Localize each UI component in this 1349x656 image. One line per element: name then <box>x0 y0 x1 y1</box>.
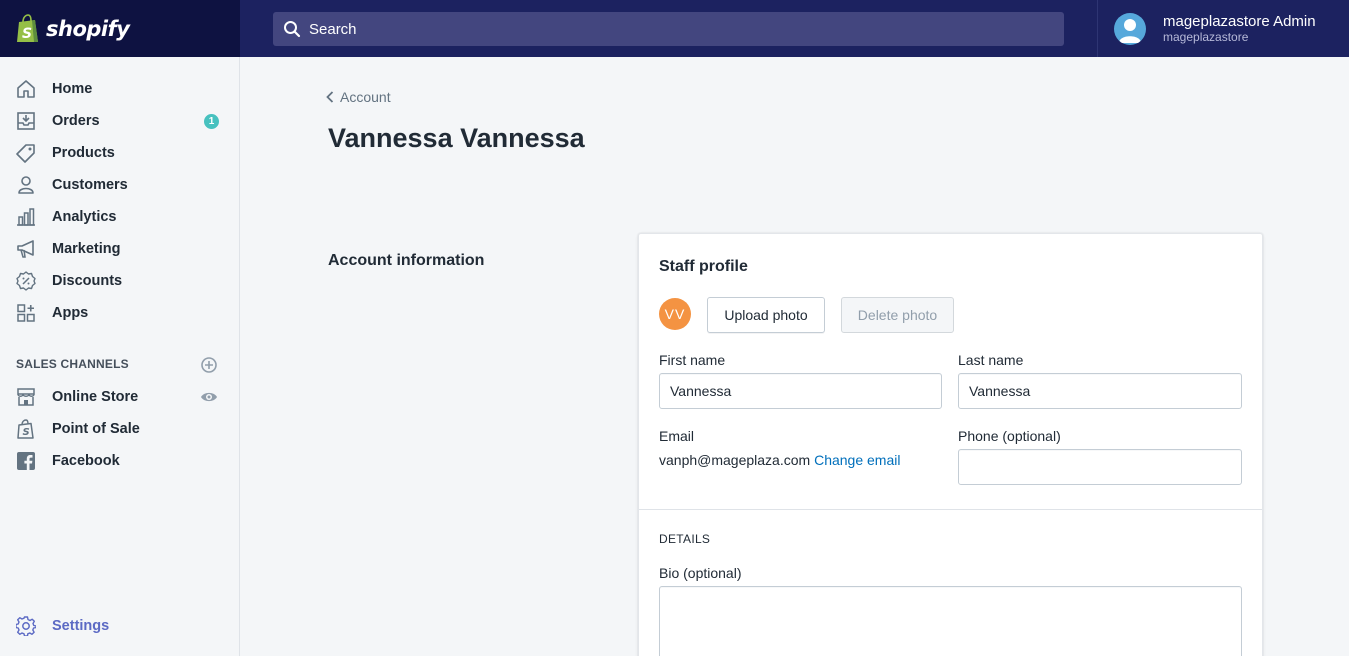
search-icon <box>284 21 301 38</box>
bar-chart-icon <box>16 207 36 227</box>
orders-count-badge: 1 <box>204 113 219 129</box>
delete-photo-button[interactable]: Delete photo <box>841 297 954 333</box>
top-bar: S shopify mageplazastore Admin mageplaza… <box>0 0 1349 57</box>
sidebar-item-products[interactable]: Products <box>0 137 239 169</box>
search-input[interactable] <box>309 20 1009 38</box>
tag-icon <box>16 143 36 163</box>
megaphone-icon <box>16 239 36 259</box>
sidebar-item-home[interactable]: Home <box>0 73 239 105</box>
sidebar: Home Orders 1 Products Customers Analyti… <box>0 57 240 656</box>
orders-icon <box>16 111 36 131</box>
breadcrumb-label: Account <box>340 89 391 105</box>
sidebar-item-label: Apps <box>52 305 89 321</box>
sales-channels-header: SALES CHANNELS <box>16 357 226 371</box>
pos-bag-icon: S <box>16 419 36 439</box>
view-store-eye-icon[interactable] <box>200 388 218 406</box>
first-name-field[interactable] <box>659 373 942 409</box>
sidebar-item-label: Analytics <box>52 209 117 225</box>
search-bar[interactable] <box>273 12 1064 46</box>
phone-label: Phone (optional) <box>958 428 1061 444</box>
details-section-title: DETAILS <box>659 532 711 546</box>
section-label: Account information <box>328 252 485 269</box>
sidebar-item-label: Facebook <box>52 453 120 469</box>
first-name-label: First name <box>659 352 726 368</box>
email-label: Email <box>659 428 695 444</box>
user-avatar <box>1114 12 1146 45</box>
bio-textarea[interactable] <box>659 586 1242 656</box>
profile-avatar: VV <box>659 298 691 330</box>
sidebar-item-analytics[interactable]: Analytics <box>0 201 239 233</box>
sidebar-item-label: Marketing <box>52 241 121 257</box>
sidebar-item-label: Orders <box>52 113 100 129</box>
apps-icon <box>16 303 36 323</box>
shopify-logo[interactable]: S shopify <box>0 0 240 57</box>
shopify-bag-icon: S <box>17 13 38 42</box>
sidebar-item-label: Online Store <box>52 389 139 405</box>
sidebar-item-label: Customers <box>52 177 128 193</box>
staff-profile-card: Staff profile VV Upload photo Delete pho… <box>638 233 1263 656</box>
phone-field[interactable] <box>958 449 1242 485</box>
breadcrumb[interactable]: Account <box>326 89 391 105</box>
gear-icon <box>16 616 36 636</box>
chevron-left-icon <box>326 91 334 103</box>
user-name: mageplazastore Admin <box>1163 13 1316 30</box>
home-icon <box>16 79 36 99</box>
person-icon <box>16 175 36 195</box>
facebook-icon <box>16 451 36 471</box>
discount-icon <box>16 271 36 291</box>
sidebar-item-discounts[interactable]: Discounts <box>0 265 239 297</box>
sidebar-item-label: Home <box>52 81 93 97</box>
sales-channels-title: SALES CHANNELS <box>16 357 129 371</box>
card-divider <box>639 509 1262 510</box>
bio-label: Bio (optional) <box>659 565 742 581</box>
sidebar-item-settings[interactable]: Settings <box>0 610 239 642</box>
last-name-field[interactable] <box>958 373 1242 409</box>
sidebar-item-customers[interactable]: Customers <box>0 169 239 201</box>
add-channel-icon[interactable] <box>200 356 218 374</box>
card-title: Staff profile <box>659 258 748 275</box>
last-name-label: Last name <box>958 352 1024 368</box>
sidebar-item-orders[interactable]: Orders 1 <box>0 105 239 137</box>
user-menu[interactable]: mageplazastore Admin mageplazastore <box>1097 0 1349 57</box>
sidebar-item-facebook[interactable]: Facebook <box>0 445 239 477</box>
email-value: vanph@mageplaza.com <box>659 452 811 468</box>
sidebar-item-label: Point of Sale <box>52 421 140 437</box>
sidebar-item-apps[interactable]: Apps <box>0 297 239 329</box>
svg-text:S: S <box>23 427 30 438</box>
sidebar-item-label: Products <box>52 145 115 161</box>
user-silhouette-icon <box>1119 18 1141 43</box>
svg-text:S: S <box>22 26 32 42</box>
email-row: vanph@mageplaza.com Change email <box>659 452 900 468</box>
sidebar-item-label: Discounts <box>52 273 123 289</box>
upload-photo-button[interactable]: Upload photo <box>707 297 825 333</box>
sidebar-item-point-of-sale[interactable]: S Point of Sale <box>0 413 239 445</box>
sidebar-item-label: Settings <box>52 618 110 634</box>
user-store: mageplazastore <box>1163 30 1249 44</box>
page-title: Vannessa Vannessa <box>328 123 585 153</box>
store-icon <box>16 387 36 407</box>
logo-text: shopify <box>46 16 130 41</box>
change-email-link[interactable]: Change email <box>814 452 900 468</box>
sidebar-item-marketing[interactable]: Marketing <box>0 233 239 265</box>
